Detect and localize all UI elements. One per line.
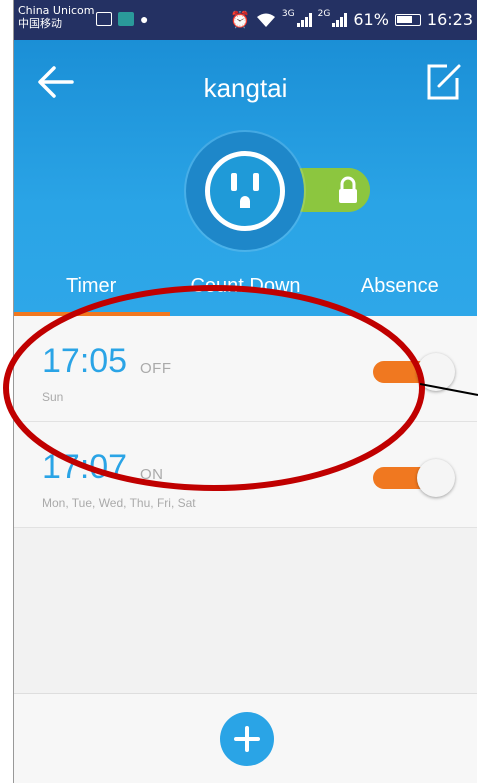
- bottom-bar: [14, 693, 477, 783]
- image-notification-icon: [96, 12, 112, 26]
- power-outlet-icon: [231, 173, 259, 208]
- timer-days: Mon, Tue, Wed, Thu, Fri, Sat: [42, 496, 196, 510]
- app-notification-icon: [118, 12, 134, 26]
- plus-icon: [234, 726, 260, 752]
- callout-line: [420, 383, 478, 396]
- carrier-name-secondary: 中国移动: [18, 17, 62, 30]
- add-timer-button[interactable]: [220, 712, 274, 766]
- app-header: kangtai Timer Count Down Absence: [14, 40, 477, 316]
- carrier-name: China Unicom: [18, 4, 95, 17]
- wifi-icon: [256, 13, 275, 27]
- system-status: ⏰ 3G 2G 61% 16:23: [230, 8, 473, 30]
- device-status: [186, 132, 376, 252]
- lock-icon: [339, 176, 357, 203]
- wechat-notification-icon: ●: [140, 11, 149, 27]
- edit-button[interactable]: [425, 62, 463, 102]
- notification-icons: ●: [96, 12, 156, 26]
- clock: 16:23: [426, 10, 473, 29]
- battery-icon: [394, 13, 421, 26]
- device-power-button[interactable]: [186, 132, 304, 250]
- network-type-1: 3G: [281, 8, 295, 19]
- network-type-2: 2G: [317, 8, 331, 19]
- page-title: kangtai: [203, 73, 288, 103]
- alarm-icon: ⏰: [230, 10, 250, 29]
- highlight-ellipse: [3, 285, 425, 491]
- edit-icon: [427, 64, 461, 100]
- carrier-info: China Unicom 中国移动: [18, 4, 95, 30]
- battery-percent: 61%: [353, 10, 389, 29]
- signal-icon: [296, 12, 312, 27]
- signal-icon-2: [332, 12, 348, 27]
- lock-button: [326, 168, 370, 212]
- outlet-face: [205, 151, 285, 231]
- status-bar: China Unicom 中国移动 ● ⏰ 3G 2G 61% 16:23: [14, 0, 477, 40]
